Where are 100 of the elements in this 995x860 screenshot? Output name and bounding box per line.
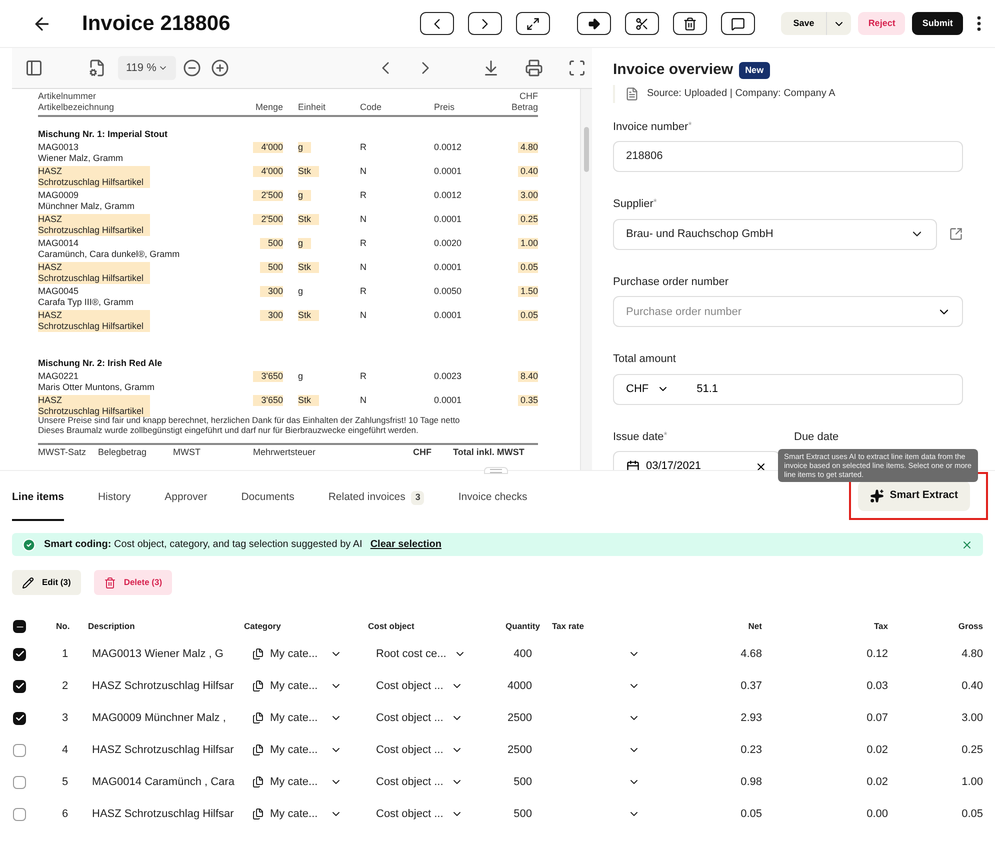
category-select[interactable]: My cate... [270,742,342,758]
next-button[interactable] [468,12,502,35]
comment-button[interactable] [721,12,756,35]
row-checkbox[interactable] [13,680,26,692]
item-description: MAG0014 Caramünch, Cara dunkel®, Gramm [38,238,180,260]
table-cell: 5 [62,776,68,788]
row-checkbox[interactable] [13,808,26,820]
column-label: Menge [255,102,283,112]
category-select[interactable]: My cate... [270,710,342,726]
banner-text: Smart coding: Cost object, category, and tag selection suggested by AI [44,538,362,552]
tab[interactable]: Documents [241,477,294,521]
row-checkbox[interactable] [13,712,26,724]
row-checkbox[interactable] [13,648,26,660]
tab[interactable]: Invoice checks [458,477,528,521]
column-label: Einheit [298,102,326,112]
cost-object-select[interactable]: Cost object ... [376,806,464,822]
table-cell: 4.80 [962,648,983,660]
item-quantity: 500 [260,238,283,249]
row-checkbox[interactable] [13,744,26,756]
forward-button[interactable] [577,12,612,35]
item-code: N [360,395,366,405]
clear-icon [755,460,767,470]
item-unit: Stk [298,262,320,273]
table-cell: 2500 [508,744,532,756]
summary-label: MWST-Satz [38,447,88,458]
item-price: 0.0001 [434,214,462,224]
trash-icon [104,576,116,588]
table-cell: 1 [62,648,68,660]
item-price: 0.0012 [434,190,462,200]
external-link-icon [949,227,963,241]
more-button[interactable] [976,16,981,31]
tab[interactable]: Line items [12,477,64,521]
previous-button[interactable] [420,12,454,35]
table-cell: 1.00 [962,776,983,788]
zoom-select[interactable]: 119 % [118,56,176,80]
delete-button[interactable]: Delete (3) [94,570,172,595]
item-code: R [360,142,366,152]
select-field[interactable]: Purchase order number [613,296,963,327]
reject-button[interactable]: Reject [858,12,906,35]
category-select[interactable]: My cate... [270,678,342,694]
table-cell: 0.02 [866,744,888,756]
tab[interactable]: Approver [164,477,208,521]
table-cell: 0.02 [866,776,888,788]
table-cell: 0.37 [740,680,762,692]
item-code: N [360,214,366,224]
resize-handle[interactable] [484,467,508,474]
expand-button[interactable] [516,12,550,35]
item-amount: 4.80 [518,142,538,153]
item-amount: 0.05 [518,262,538,273]
item-quantity: 4'000 [253,142,283,153]
category-select[interactable]: My cate... [270,774,342,790]
select-all-checkbox[interactable] [13,620,26,633]
item-unit: g [298,190,312,201]
cost-object-select[interactable]: Cost object ... [376,678,464,694]
item-amount: 1.50 [518,286,538,297]
column-label: Code [360,102,382,112]
table-cell: 3.00 [962,712,983,724]
cost-object-select[interactable]: Root cost ce... [376,646,466,662]
item-code: R [360,238,366,248]
category-select[interactable]: My cate... [270,646,342,662]
check-icon [14,681,24,691]
delete-button[interactable] [673,12,708,35]
open-supplier-button[interactable] [949,227,963,241]
clear-selection-link[interactable]: Clear selection [370,537,442,552]
table-cell: 400 [514,648,532,660]
close-button[interactable] [961,538,973,550]
edit-button[interactable]: Edit (3) [12,570,81,595]
cost-object-select[interactable]: Cost object ... [376,774,464,790]
item-price: 0.0001 [434,310,462,320]
cost-object-select[interactable]: Cost object ... [376,742,464,758]
table-cell: 0.40 [962,680,983,692]
table-cell: 3 [62,712,68,724]
table-cell: 2 [62,680,68,692]
column-header: Gross [958,621,983,632]
pdf-file-icon [625,86,639,100]
smart-extract-button[interactable]: Smart Extract [858,481,970,511]
column-header: Tax [874,621,888,632]
field-label: Invoice number [613,120,688,134]
tab[interactable]: Related invoices 3 [328,477,424,521]
item-description: MAG0221 Maris Otter Muntons, Gramm [38,371,155,393]
check-circle-icon [22,538,36,552]
table-cell: 0.23 [740,744,762,756]
submit-button[interactable]: Submit [912,12,963,35]
chevron-left-icon [382,62,389,74]
document-note: Unsere Preise sind fair und knapp berechnet, herzlichen Dank für das Einhalten der Zahlungsfrist! 10 Tage netto [38,415,461,425]
chevron-right-icon [422,62,429,74]
cost-object-select[interactable]: Cost object ... [376,710,464,726]
item-amount: 1.00 [518,238,538,249]
tab[interactable]: History [98,477,131,521]
category-icon [252,712,264,724]
input-field[interactable]: Brau- und Rauchschop GmbH [613,218,937,250]
row-checkbox[interactable] [13,776,26,788]
currency-select[interactable]: CHF [626,380,669,398]
item-code: N [360,166,366,176]
input-field[interactable]: 218806 [613,141,963,172]
scrollbar-thumb[interactable] [584,127,589,172]
category-select[interactable]: My cate... [270,806,342,822]
table-cell: 4000 [508,680,532,692]
item-description: HASZ Schrotzuschlag Hilfsartikel [38,310,150,332]
split-button[interactable] [625,12,660,35]
